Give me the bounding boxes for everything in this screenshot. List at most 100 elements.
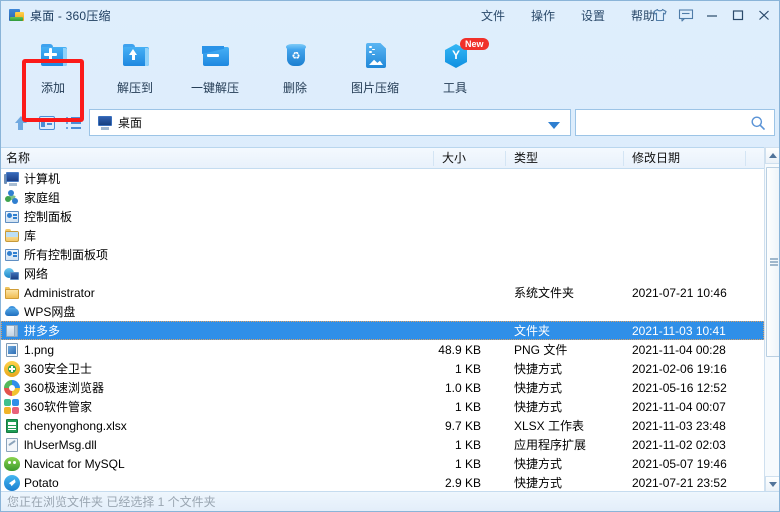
image-compress-icon: [358, 41, 392, 73]
file-name-cell: 网络: [4, 265, 48, 282]
toolbar-delete-label: 删除: [282, 81, 307, 95]
toolbar-extract-to[interactable]: 解压到: [93, 35, 177, 101]
360-browser-icon: [4, 379, 20, 396]
desktop-icon: [97, 115, 113, 130]
table-row[interactable]: 360软件管家 1 KB 快捷方式 2021-11-04 00:07: [1, 397, 764, 416]
table-row[interactable]: WPS网盘: [1, 302, 764, 321]
table-row[interactable]: 360安全卫士 1 KB 快捷方式 2021-02-06 19:16: [1, 359, 764, 378]
table-row[interactable]: Navicat for MySQL 1 KB 快捷方式 2021-05-07 1…: [1, 454, 764, 473]
file-name-cell: 家庭组: [4, 189, 60, 206]
table-row[interactable]: 所有控制面板项: [1, 245, 764, 264]
table-row[interactable]: 360极速浏览器 1.0 KB 快捷方式 2021-05-16 12:52: [1, 378, 764, 397]
status-bar: 您正在浏览文件夹 已经选择 1 个文件夹: [1, 491, 779, 511]
maximize-icon[interactable]: [725, 2, 751, 28]
file-name-text: 360极速浏览器: [24, 381, 105, 395]
file-name-cell: 计算机: [4, 170, 60, 187]
column-name[interactable]: 名称: [6, 148, 30, 169]
table-row[interactable]: 计算机: [1, 169, 764, 188]
minimize-icon[interactable]: [699, 2, 725, 28]
trash-icon: ♻: [278, 41, 312, 73]
file-name-text: 家庭组: [24, 191, 61, 205]
file-name-text: 拼多多: [24, 324, 61, 338]
search-input[interactable]: [583, 115, 751, 130]
table-row[interactable]: 家庭组: [1, 188, 764, 207]
column-size[interactable]: 大小: [442, 148, 466, 169]
file-type-cell: PNG 文件: [514, 343, 568, 357]
scrollbar-track[interactable]: [765, 164, 779, 476]
file-name-cell: lhUserMsg.dll: [4, 437, 97, 453]
table-row[interactable]: chenyonghong.xlsx 9.7 KB XLSX 工作表 2021-1…: [1, 416, 764, 435]
file-type-cell: 文件夹: [514, 324, 551, 338]
file-size-cell: 1 KB: [454, 456, 481, 471]
toolbar-tools[interactable]: Y New 工具: [413, 35, 497, 101]
file-name-cell: 360安全卫士: [4, 360, 92, 377]
menu-file[interactable]: 文件: [481, 7, 505, 24]
chevron-down-icon[interactable]: [548, 122, 560, 129]
toolbar-add-label: 添加: [40, 81, 65, 95]
list-header: 名称 大小 类型 修改日期: [1, 147, 779, 169]
search-icon[interactable]: [750, 115, 766, 136]
list-view-icon[interactable]: [63, 113, 83, 133]
table-row[interactable]: 1.png 48.9 KB PNG 文件 2021-11-04 00:28: [1, 340, 764, 359]
address-bar-row: 桌面: [1, 105, 779, 139]
toolbar-delete[interactable]: ♻ 删除: [253, 35, 337, 101]
folder-gray-icon: [4, 323, 20, 339]
feedback-icon[interactable]: [673, 2, 699, 28]
file-size-cell: 9.7 KB: [444, 418, 481, 433]
table-row[interactable]: Potato 2.9 KB 快捷方式 2021-07-21 23:52: [1, 473, 764, 492]
file-name-cell: WPS网盘: [4, 303, 75, 320]
png-file-icon: [4, 342, 20, 358]
folder-add-icon: [36, 41, 70, 73]
file-name-cell: 1.png: [4, 342, 54, 358]
shirt-icon[interactable]: [647, 2, 673, 28]
file-date-cell: 2021-05-16 12:52: [632, 380, 727, 395]
folder-icon: [4, 285, 20, 301]
file-date-cell: 2021-11-03 10:41: [632, 323, 726, 338]
tools-hex-icon: Y New: [438, 38, 489, 73]
menu-action[interactable]: 操作: [531, 7, 555, 24]
up-arrow-icon[interactable]: [11, 113, 31, 133]
scroll-up-button[interactable]: [765, 147, 779, 164]
file-type-cell: 快捷方式: [514, 476, 563, 490]
file-name-text: chenyonghong.xlsx: [24, 418, 127, 433]
360-safe-icon: [4, 360, 20, 377]
computer-icon: [4, 171, 20, 187]
toolbar-image-compress[interactable]: 图片压缩: [333, 35, 417, 101]
toolbar-add[interactable]: 添加: [11, 35, 95, 101]
file-name-text: Potato: [24, 475, 59, 490]
file-date-cell: 2021-11-02 02:03: [632, 437, 726, 452]
main-toolbar: 添加 解压到 一键解压 ♻ 删除 图片压缩 Y New 工具: [1, 29, 779, 122]
menu-settings[interactable]: 设置: [581, 7, 605, 24]
file-list[interactable]: 计算机 家庭组 控制面板 库 所有控制面板项 网络 Administrator …: [1, 169, 764, 493]
scrollbar-thumb[interactable]: [766, 167, 779, 357]
title-bar: 桌面 - 360压缩 文件 操作 设置 帮助: [1, 1, 779, 29]
file-name-cell: 拼多多: [4, 322, 60, 339]
column-type[interactable]: 类型: [514, 148, 538, 169]
table-row-selected[interactable]: 拼多多 文件夹 2021-11-03 10:41: [1, 321, 764, 340]
toolbar-one-click-extract[interactable]: 一键解压: [173, 35, 257, 101]
preview-pane-icon[interactable]: [37, 113, 57, 133]
close-icon[interactable]: [751, 2, 777, 28]
search-box[interactable]: [575, 109, 775, 136]
address-input[interactable]: 桌面: [89, 109, 571, 136]
file-name-text: Navicat for MySQL: [24, 456, 125, 471]
table-row[interactable]: Administrator 系统文件夹 2021-07-21 10:46: [1, 283, 764, 302]
toolbar-one-click-extract-label: 一键解压: [190, 81, 239, 95]
potato-icon: [4, 474, 20, 491]
file-name-cell: 360软件管家: [4, 398, 92, 415]
table-row[interactable]: lhUserMsg.dll 1 KB 应用程序扩展 2021-11-02 02:…: [1, 435, 764, 454]
table-row[interactable]: 网络: [1, 264, 764, 283]
status-text: 您正在浏览文件夹 已经选择 1 个文件夹: [7, 495, 216, 509]
file-name-cell: 360极速浏览器: [4, 379, 104, 396]
file-name-text: WPS网盘: [24, 305, 76, 319]
file-name-text: lhUserMsg.dll: [24, 437, 97, 452]
table-row[interactable]: 库: [1, 226, 764, 245]
window-title: 桌面 - 360压缩: [30, 8, 111, 23]
file-name-text: 360安全卫士: [24, 362, 93, 376]
new-badge: New: [460, 38, 489, 50]
file-size-cell: 1.0 KB: [444, 380, 481, 395]
table-row[interactable]: 控制面板: [1, 207, 764, 226]
vertical-scrollbar[interactable]: [764, 147, 779, 493]
file-name-text: 控制面板: [24, 210, 73, 224]
column-date[interactable]: 修改日期: [632, 148, 680, 169]
